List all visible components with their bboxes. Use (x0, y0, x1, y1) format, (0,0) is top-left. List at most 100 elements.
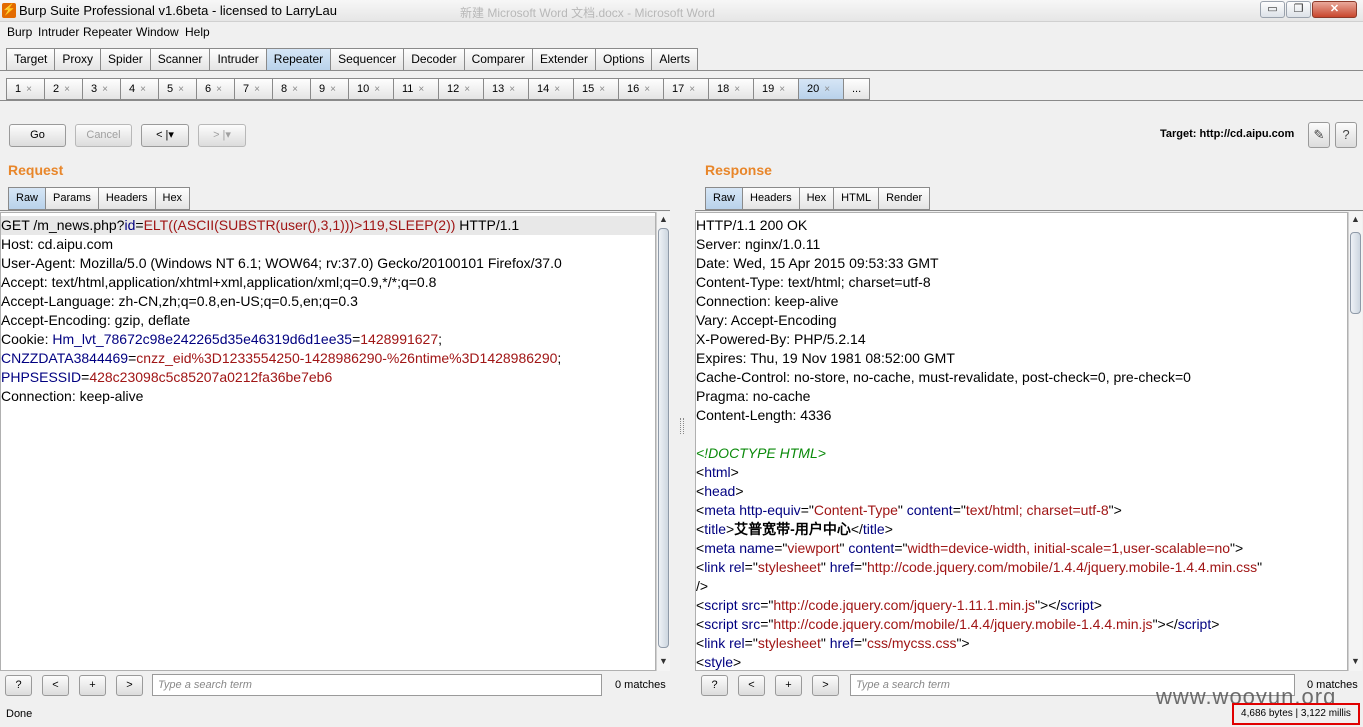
close-tab-icon[interactable]: × (599, 84, 605, 95)
splitter-grip-icon[interactable] (680, 418, 684, 434)
maximize-button[interactable]: ❐ (1286, 1, 1311, 18)
tab-options[interactable]: Options (594, 48, 653, 70)
repeater-tab-new[interactable]: ... (843, 78, 870, 100)
tab-intruder[interactable]: Intruder (209, 48, 267, 70)
response-tab-hex[interactable]: Hex (798, 187, 835, 210)
repeater-tab-3[interactable]: 3 × (82, 78, 121, 100)
scroll-up-icon[interactable]: ▲ (1351, 214, 1360, 224)
response-search-options-button[interactable]: + (775, 675, 802, 696)
repeater-tab-10[interactable]: 10 × (348, 78, 394, 100)
repeater-tab-6[interactable]: 6 × (196, 78, 235, 100)
repeater-tab-12[interactable]: 12 × (438, 78, 484, 100)
go-button[interactable]: Go (9, 124, 66, 147)
response-tab-headers[interactable]: Headers (742, 187, 800, 210)
request-search-next-button[interactable]: > (116, 675, 143, 696)
repeater-tab-8[interactable]: 8 × (272, 78, 311, 100)
request-search-help-button[interactable]: ? (5, 675, 32, 696)
repeater-tab-19[interactable]: 19 × (753, 78, 799, 100)
request-search-options-button[interactable]: + (79, 675, 106, 696)
response-editor[interactable]: HTTP/1.1 200 OK Server: nginx/1.0.11 Date:… (695, 212, 1348, 671)
menu-help[interactable]: Help (185, 25, 210, 39)
request-search-prev-button[interactable]: < (42, 675, 69, 696)
close-tab-icon[interactable]: × (734, 84, 740, 95)
menu-window[interactable]: Window (136, 25, 179, 39)
request-scroll-thumb[interactable] (658, 228, 669, 648)
close-tab-icon[interactable]: × (26, 84, 32, 95)
close-tab-icon[interactable]: × (216, 84, 222, 95)
tab-target[interactable]: Target (6, 48, 56, 70)
close-tab-icon[interactable]: × (689, 84, 695, 95)
response-search-prev-button[interactable]: < (738, 675, 765, 696)
response-tab-raw[interactable]: Raw (705, 187, 744, 210)
menu-repeater[interactable]: Repeater (83, 25, 132, 39)
repeater-tab-17[interactable]: 17 × (663, 78, 709, 100)
repeater-tab-4[interactable]: 4 × (120, 78, 159, 100)
tab-extender[interactable]: Extender (531, 48, 596, 70)
repeater-tab-18[interactable]: 18 × (708, 78, 754, 100)
close-tab-icon[interactable]: × (254, 84, 260, 95)
tab-decoder[interactable]: Decoder (403, 48, 465, 70)
minimize-button[interactable]: ▭ (1260, 1, 1285, 18)
request-tab-headers[interactable]: Headers (97, 187, 156, 210)
repeater-tab-14[interactable]: 14 × (528, 78, 574, 100)
edit-target-icon[interactable]: ✎ (1308, 122, 1330, 148)
code-token: content (848, 540, 895, 556)
back-history-button[interactable]: < |▾ (141, 124, 189, 147)
close-tab-icon[interactable]: × (330, 84, 336, 95)
tab-scanner[interactable]: Scanner (149, 48, 211, 70)
response-line: <meta name="viewport" content="width=dev… (696, 539, 1347, 558)
request-tab-raw[interactable]: Raw (8, 187, 47, 210)
scroll-down-icon[interactable]: ▼ (1351, 656, 1360, 666)
tab-comparer[interactable]: Comparer (463, 48, 533, 70)
request-search-input[interactable]: Type a search term (152, 674, 602, 696)
tab-spider[interactable]: Spider (100, 48, 151, 70)
close-tab-icon[interactable]: × (509, 84, 515, 95)
close-tab-icon[interactable]: × (374, 84, 380, 95)
close-tab-icon[interactable]: × (102, 84, 108, 95)
close-tab-icon[interactable]: × (824, 84, 830, 95)
response-tab-html[interactable]: HTML (833, 187, 880, 210)
response-search-help-button[interactable]: ? (701, 675, 728, 696)
response-scrollbar[interactable]: ▲ ▼ (1348, 212, 1362, 671)
response-scroll-thumb[interactable] (1350, 232, 1361, 314)
repeater-tab-15[interactable]: 15 × (573, 78, 619, 100)
help-icon[interactable]: ? (1335, 122, 1357, 148)
close-tab-icon[interactable]: × (64, 84, 70, 95)
close-tab-icon[interactable]: × (464, 84, 470, 95)
response-search-next-button[interactable]: > (812, 675, 839, 696)
request-scrollbar[interactable]: ▲ ▼ (656, 212, 670, 671)
scroll-up-icon[interactable]: ▲ (659, 214, 668, 224)
close-tab-icon[interactable]: × (140, 84, 146, 95)
close-button[interactable]: ✕ (1312, 1, 1357, 18)
tab-repeater[interactable]: Repeater (265, 48, 332, 70)
menu-intruder[interactable]: Intruder (38, 25, 79, 39)
repeater-tab-20[interactable]: 20 × (798, 78, 844, 100)
repeater-tab-label: 17 (672, 83, 685, 95)
repeater-tab-13[interactable]: 13 × (483, 78, 529, 100)
repeater-tab-1[interactable]: 1 × (6, 78, 45, 100)
tab-alerts[interactable]: Alerts (651, 48, 699, 70)
forward-history-button[interactable]: > |▾ (198, 124, 246, 147)
repeater-tab-5[interactable]: 5 × (158, 78, 197, 100)
request-tab-hex[interactable]: Hex (154, 187, 191, 210)
menu-burp[interactable]: Burp (7, 25, 32, 39)
close-tab-icon[interactable]: × (554, 84, 560, 95)
close-tab-icon[interactable]: × (418, 84, 424, 95)
tab-sequencer[interactable]: Sequencer (330, 48, 405, 70)
repeater-tab-9[interactable]: 9 × (310, 78, 349, 100)
repeater-tab-16[interactable]: 16 × (618, 78, 664, 100)
cancel-button[interactable]: Cancel (75, 124, 132, 147)
close-tab-icon[interactable]: × (644, 84, 650, 95)
request-tab-params[interactable]: Params (45, 187, 99, 210)
request-editor[interactable]: GET /m_news.php?id=ELT((ASCII(SUBSTR(use… (0, 212, 656, 671)
repeater-tab-2[interactable]: 2 × (44, 78, 83, 100)
repeater-tab-11[interactable]: 11 × (393, 78, 439, 100)
scroll-down-icon[interactable]: ▼ (659, 656, 668, 666)
tab-proxy[interactable]: Proxy (54, 48, 102, 70)
close-tab-icon[interactable]: × (178, 84, 184, 95)
close-tab-icon[interactable]: × (779, 84, 785, 95)
code-token: < (696, 521, 705, 537)
close-tab-icon[interactable]: × (292, 84, 298, 95)
response-tab-render[interactable]: Render (878, 187, 931, 210)
repeater-tab-7[interactable]: 7 × (234, 78, 273, 100)
